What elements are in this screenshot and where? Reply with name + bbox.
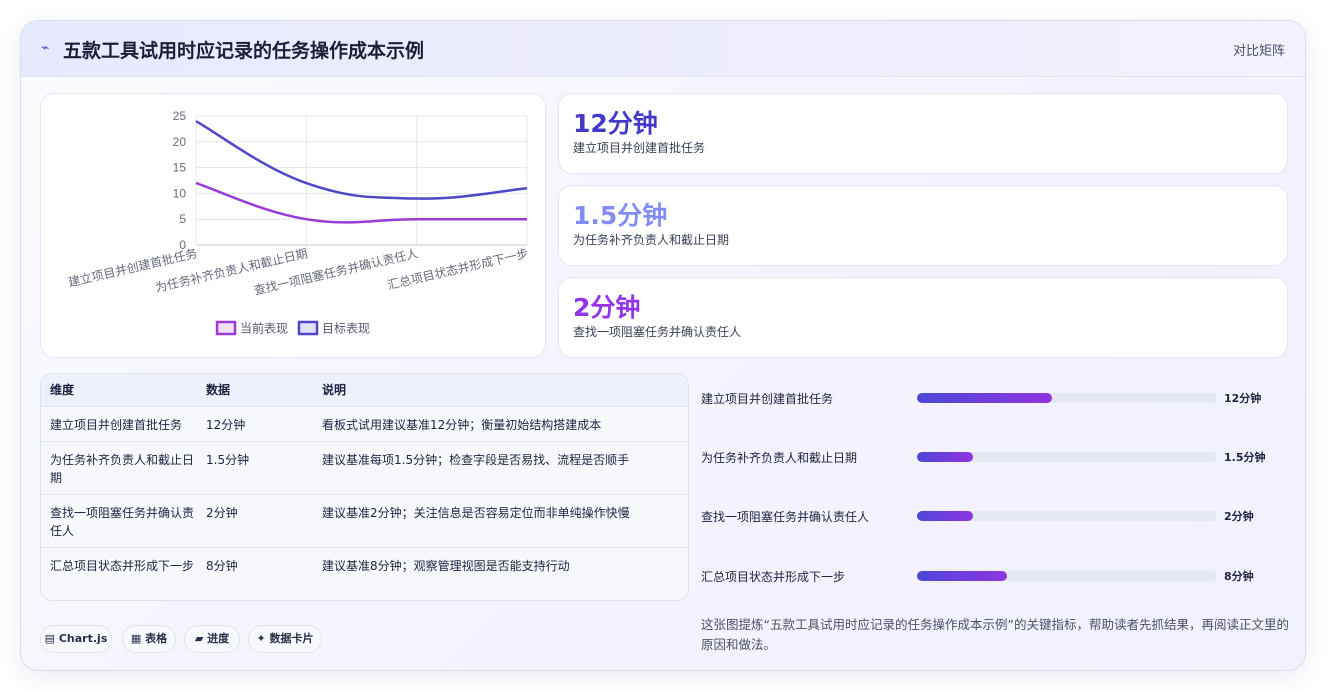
column-header: 数据: [197, 374, 313, 407]
progress-label: 建立项目并创建首批任务: [701, 392, 834, 406]
y-tick-label: 25: [173, 109, 187, 123]
legend-swatch: [215, 320, 237, 336]
tag-label: 表格: [145, 632, 168, 645]
kpi-card-3: 2分钟 查找一项阻塞任务并确认责任人: [558, 277, 1288, 358]
legend-label: 当前表现: [240, 321, 288, 336]
progress-fill: [917, 511, 974, 521]
column-header: 说明: [313, 374, 688, 407]
table-cell: 建议基准8分钟；观察管理视图是否能支持行动: [322, 558, 570, 573]
progress-label: 为任务补齐负责人和截止日期: [701, 451, 858, 465]
table-cell: 建议基准2分钟；关注信息是否容易定位而非单纯操作快慢: [313, 494, 688, 548]
compare-matrix-label[interactable]: 对比矩阵: [1233, 40, 1285, 59]
summary-note: 这张图提炼“五款工具试用时应记录的任务操作成本示例”的关键指标，帮助读者先抓结果…: [701, 617, 1289, 652]
progress-row: 为任务补齐负责人和截止日期 1.5分钟: [701, 447, 1291, 467]
legend-swatch: [297, 320, 319, 336]
line-chart: 0 5 10 15 20 25 建立项目并创建首批任务 为任务补齐负责人和截止日期 查找一项阻塞…: [40, 93, 546, 358]
progress-list: 建立项目并创建首批任务 12分钟 为任务补齐负责人和截止日期 1.5分钟 查找一…: [701, 373, 1291, 609]
progress-label: 查找一项阻塞任务并确认责任人: [701, 510, 870, 524]
progress-track: [917, 393, 1217, 403]
tag-label: Chart.js: [58, 632, 108, 645]
table-cell: 汇总项目状态并形成下一步: [50, 558, 195, 573]
y-tick-label: 5: [179, 212, 186, 226]
chart-icon: ▤: [44, 632, 56, 645]
kpi-label: 查找一项阻塞任务并确认责任人: [573, 325, 742, 339]
progress-track: [917, 511, 1217, 521]
table-cell: 查找一项阻塞任务并确认责任人: [41, 494, 197, 548]
data-table: 维度 数据 说明 建立项目并创建首批任务 12分钟 看板式试用建议基准12分钟；…: [40, 373, 689, 601]
kpi-card-2: 1.5分钟 为任务补齐负责人和截止日期: [558, 185, 1288, 266]
header: ⌁ 五款工具试用时应记录的任务操作成本示例 对比矩阵: [21, 21, 1305, 77]
table-icon: ▦: [130, 632, 142, 645]
tag-label: 进度: [207, 632, 230, 645]
progress-value: 8分钟: [1224, 570, 1254, 583]
table-cell: 1.5分钟: [197, 441, 313, 495]
table-cell: 为任务补齐负责人和截止日期: [41, 441, 197, 495]
progress-value: 1.5分钟: [1224, 451, 1266, 464]
table-row: 建立项目并创建首批任务 12分钟 看板式试用建议基准12分钟；衡量初始结构搭建成…: [41, 406, 688, 442]
tag-label: 数据卡片: [269, 632, 314, 645]
table-cell: 建立项目并创建首批任务: [41, 406, 197, 442]
kpi-value: 1.5分钟: [573, 201, 668, 230]
progress-row: 查找一项阻塞任务并确认责任人 2分钟: [701, 506, 1291, 526]
sparkle-icon: ✦: [256, 632, 266, 645]
folder-icon: ▰: [194, 632, 204, 645]
progress-track: [917, 571, 1217, 581]
tag-chartjs[interactable]: ▤ Chart.js: [40, 625, 112, 653]
series-line-1: [195, 181, 527, 224]
progress-value: 2分钟: [1224, 510, 1254, 523]
line-chart-svg: 0510152025建立项目并创建首批任务为任务补齐负责人和截止日期查找一项阻塞…: [67, 109, 530, 336]
table-header-row: 维度 数据 说明: [41, 374, 688, 407]
kpi-value: 12分钟: [573, 109, 658, 138]
table-cell: 看板式试用建议基准12分钟；衡量初始结构搭建成本: [313, 406, 688, 442]
kpi-label: 为任务补齐负责人和截止日期: [573, 233, 730, 247]
main-card: ⌁ 五款工具试用时应记录的任务操作成本示例 对比矩阵 0 5 10 15 20 25 建立项…: [20, 20, 1306, 671]
tag-data-cards[interactable]: ✦ 数据卡片: [248, 625, 322, 653]
y-tick-label: 10: [173, 186, 187, 200]
progress-fill: [917, 571, 1007, 581]
table-cell: 12分钟: [197, 406, 313, 442]
kpi-label: 建立项目并创建首批任务: [573, 141, 706, 155]
tag-table[interactable]: ▦ 表格: [122, 625, 176, 653]
column-header: 维度: [41, 374, 197, 407]
progress-row: 建立项目并创建首批任务 12分钟: [701, 388, 1291, 408]
table-row: 汇总项目状态并形成下一步 8分钟 建议基准8分钟；观察管理视图是否能支持行动: [41, 547, 688, 600]
progress-track: [917, 452, 1217, 462]
page-title: 五款工具试用时应记录的任务操作成本示例: [63, 40, 425, 62]
progress-fill: [917, 393, 1052, 403]
legend-label: 目标表现: [322, 322, 370, 336]
table-cell: 建议基准每项1.5分钟；检查字段是否易找、流程是否顺手: [313, 441, 688, 495]
progress-value: 12分钟: [1224, 392, 1262, 405]
progress-label: 汇总项目状态并形成下一步: [701, 570, 846, 584]
table-cell: 8分钟: [206, 558, 238, 573]
table-row: 查找一项阻塞任务并确认责任人 2分钟 建议基准2分钟；关注信息是否容易定位而非单…: [41, 494, 688, 548]
kpi-value: 2分钟: [573, 293, 641, 322]
y-tick-label: 20: [173, 135, 187, 149]
table-row: 为任务补齐负责人和截止日期 1.5分钟 建议基准每项1.5分钟；检查字段是否易找…: [41, 441, 688, 495]
tag-progress[interactable]: ▰ 进度: [184, 625, 240, 653]
progress-row: 汇总项目状态并形成下一步 8分钟: [701, 566, 1291, 586]
table-cell: 2分钟: [197, 494, 313, 548]
pulse-icon: ⌁: [41, 40, 50, 56]
progress-fill: [917, 452, 974, 462]
kpi-card-1: 12分钟 建立项目并创建首批任务: [558, 93, 1288, 174]
y-tick-label: 15: [173, 161, 187, 175]
series-line-2: [195, 120, 528, 200]
